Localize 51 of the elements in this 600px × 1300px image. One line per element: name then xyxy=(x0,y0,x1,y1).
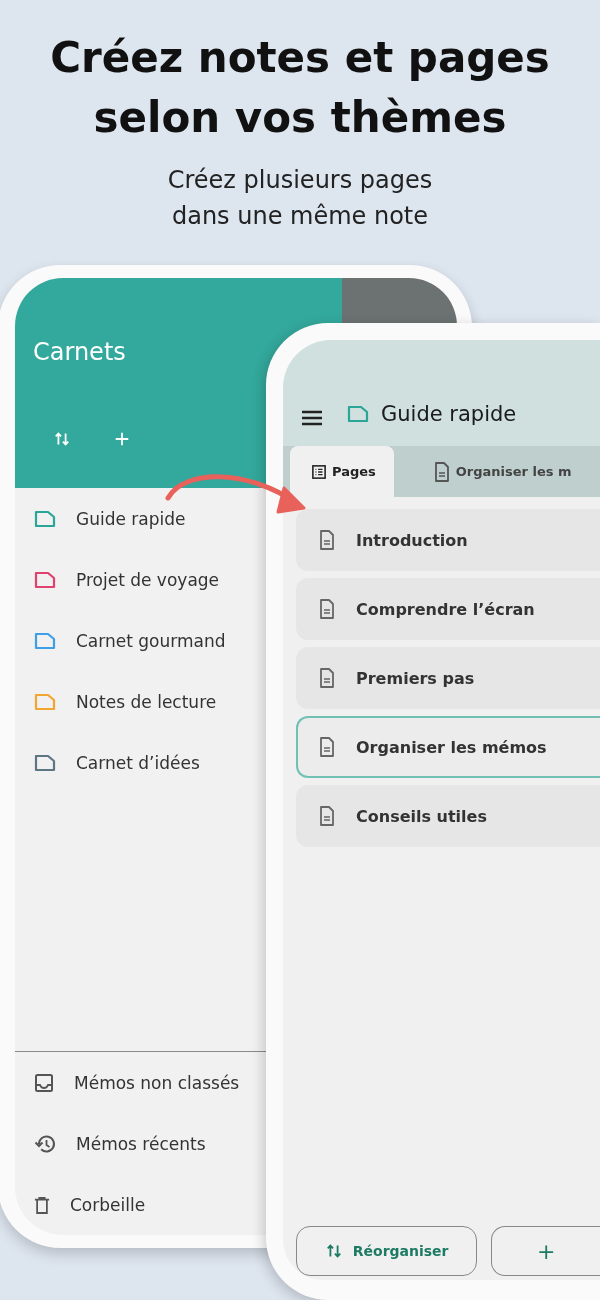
history-icon xyxy=(34,1133,56,1154)
page-card[interactable]: Premiers pas xyxy=(296,647,600,709)
page-title: Comprendre l’écran xyxy=(356,599,535,619)
menu-button[interactable] xyxy=(301,410,323,426)
tab[interactable]: Pages xyxy=(290,446,394,497)
notebook-name: Notes de lecture xyxy=(76,691,217,712)
drawer-title: Carnets xyxy=(33,338,126,366)
subtitle: dans une même note xyxy=(170,201,430,232)
drawer-item[interactable]: Mémos récents xyxy=(15,1113,261,1174)
notebook-item[interactable]: Guide rapide xyxy=(15,488,261,549)
note-title: Guide rapide xyxy=(381,402,517,426)
document-icon xyxy=(433,461,450,482)
drawer-item[interactable]: Mémos non classés xyxy=(15,1052,261,1113)
trash-icon xyxy=(34,1194,50,1215)
notebook-name: Projet de voyage xyxy=(76,569,220,590)
add-button[interactable]: + xyxy=(491,1226,600,1276)
drawer-item[interactable]: Corbeille xyxy=(15,1174,261,1235)
page-title: Introduction xyxy=(356,530,468,550)
page-card[interactable]: Comprendre l’écran xyxy=(296,578,600,640)
subtitle: Créez plusieurs pages xyxy=(166,165,434,196)
document-icon xyxy=(319,599,335,619)
tab[interactable]: Organiser les m xyxy=(433,446,572,497)
list-icon xyxy=(312,464,326,479)
document-icon xyxy=(319,530,335,550)
drawer-item-label: Mémos récents xyxy=(76,1133,206,1154)
notebook-name: Guide rapide xyxy=(76,508,186,529)
sort-icon xyxy=(53,430,71,448)
document-icon xyxy=(319,668,335,688)
inbox-icon xyxy=(34,1072,54,1093)
page-title: Premiers pas xyxy=(356,668,475,688)
page-title: Conseils utiles xyxy=(356,806,487,826)
page-title: Organiser les mémos xyxy=(356,737,547,757)
notebook-item[interactable]: Carnet d’idées xyxy=(15,732,261,793)
page-card[interactable]: Introduction xyxy=(296,509,600,571)
document-icon xyxy=(319,806,335,826)
headline: Créez notes et pages xyxy=(49,32,551,84)
reorganize-button[interactable]: Réorganiser xyxy=(296,1226,478,1276)
notebook-name: Carnet gourmand xyxy=(76,630,226,651)
notebook-item[interactable]: Carnet gourmand xyxy=(15,610,261,671)
notebook-item[interactable]: Projet de voyage xyxy=(15,549,261,610)
notebook-name: Carnet d’idées xyxy=(76,752,200,773)
sort-icon xyxy=(324,1242,343,1260)
notebook-item[interactable]: Notes de lecture xyxy=(15,671,261,732)
document-icon xyxy=(319,737,335,757)
page-card[interactable]: Organiser les mémos xyxy=(296,716,600,778)
drawer-item-label: Corbeille xyxy=(70,1194,146,1215)
menu-icon xyxy=(301,410,323,426)
drawer-item-label: Mémos non classés xyxy=(74,1072,240,1093)
page-card[interactable]: Conseils utiles xyxy=(296,785,600,847)
headline: selon vos thèmes xyxy=(92,92,508,144)
plus-icon xyxy=(113,430,131,448)
